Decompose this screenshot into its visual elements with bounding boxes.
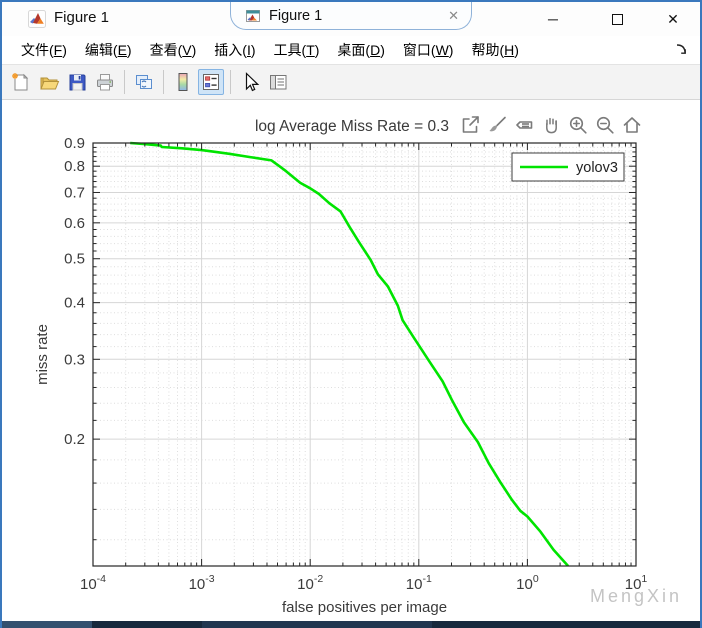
menu-desktop[interactable]: 桌面(D)	[328, 40, 393, 60]
zoom-out-icon	[596, 116, 614, 134]
link-plot-button[interactable]	[131, 69, 157, 95]
zoom-out-button[interactable]	[593, 113, 617, 137]
edit-plot-button[interactable]	[237, 69, 263, 95]
figure-window: Figure 1 Figure 1 ✕ ─ ✕ 文件(F) 编辑(E) 查看(V…	[0, 0, 702, 628]
svg-text:0.8: 0.8	[64, 158, 85, 175]
grid-major	[93, 143, 636, 566]
series-yolov3-curve[interactable]	[130, 141, 570, 566]
svg-text:0.5: 0.5	[64, 251, 85, 268]
figure-canvas: MengXin 10-4 10-3 10-2 10-1 100 101 0.2 0.3 0.4 0.…	[2, 100, 700, 621]
datatips-button[interactable]	[512, 113, 536, 137]
svg-text:10-2: 10-2	[297, 573, 323, 593]
insert-legend-button[interactable]	[198, 69, 224, 95]
menu-view[interactable]: 查看(V)	[141, 40, 206, 60]
new-figure-icon	[12, 73, 29, 91]
brush-button[interactable]	[485, 113, 509, 137]
maximize-icon	[611, 13, 623, 25]
print-figure-button[interactable]	[92, 69, 118, 95]
grid-minor	[93, 143, 636, 566]
toolbar-separator	[124, 70, 125, 94]
pointer-icon	[245, 72, 260, 92]
svg-text:0.4: 0.4	[64, 295, 85, 312]
menu-edit[interactable]: 编辑(E)	[76, 40, 141, 60]
maximize-button[interactable]	[597, 6, 637, 32]
property-inspector-button[interactable]	[265, 69, 291, 95]
print-icon	[97, 74, 113, 91]
home-icon	[623, 117, 641, 133]
toolbar-separator	[230, 70, 231, 94]
figure-tab[interactable]: Figure 1 ✕	[230, 2, 472, 30]
window-bottom-edge	[2, 621, 700, 628]
svg-text:0.7: 0.7	[64, 184, 85, 201]
property-inspector-icon	[270, 75, 287, 90]
insert-colorbar-button[interactable]	[170, 69, 196, 95]
x-axis-label: false positives per image	[282, 599, 447, 616]
figure-tab-title: Figure 1	[269, 7, 323, 24]
open-file-button[interactable]	[36, 69, 62, 95]
pan-icon	[546, 117, 557, 134]
minimize-button[interactable]: ─	[533, 6, 573, 32]
menu-bar: 文件(F) 编辑(E) 查看(V) 插入(I) 工具(T) 桌面(D) 窗口(W…	[2, 36, 700, 64]
plot-axes[interactable]: MengXin10-4 10-3 10-2 10-1 100 1010.20.30.40.…	[2, 100, 700, 621]
svg-text:10-4: 10-4	[80, 573, 106, 593]
menu-window[interactable]: 窗口(W)	[394, 40, 463, 60]
export-button[interactable]	[458, 113, 482, 137]
window-title: Figure 1	[54, 9, 110, 26]
menu-tools[interactable]: 工具(T)	[265, 40, 329, 60]
legend-label: yolov3	[576, 160, 618, 176]
svg-text:100: 100	[516, 573, 539, 593]
plot-title: log Average Miss Rate = 0.3	[255, 118, 449, 135]
matlab-icon	[28, 10, 46, 28]
link-plot-icon	[136, 75, 152, 89]
axis-ticks	[92, 142, 637, 566]
menu-help[interactable]: 帮助(H)	[462, 40, 527, 60]
export-icon	[462, 116, 479, 133]
svg-text:0.6: 0.6	[64, 215, 85, 232]
toolbar-separator	[163, 70, 164, 94]
svg-text:10-1: 10-1	[406, 573, 432, 593]
figure-tab-icon	[246, 9, 260, 22]
datatips-icon	[516, 121, 533, 129]
save-figure-button[interactable]	[64, 69, 90, 95]
save-icon	[69, 74, 86, 91]
brush-icon	[489, 116, 506, 132]
zoom-in-icon	[569, 116, 587, 134]
figure-toolbar	[2, 64, 700, 100]
close-button[interactable]: ✕	[653, 6, 693, 32]
pan-button[interactable]	[539, 113, 563, 137]
new-figure-button[interactable]	[8, 69, 34, 95]
svg-text:0.3: 0.3	[64, 351, 85, 368]
restore-view-button[interactable]	[620, 113, 644, 137]
svg-text:0.9: 0.9	[64, 135, 85, 152]
colorbar-icon	[178, 73, 188, 91]
svg-text:10-3: 10-3	[189, 573, 215, 593]
tab-close-icon[interactable]: ✕	[448, 8, 459, 24]
svg-text:0.2: 0.2	[64, 431, 85, 448]
title-bar: Figure 1 Figure 1 ✕ ─ ✕	[2, 2, 700, 36]
legend-icon	[203, 74, 219, 90]
menu-file[interactable]: 文件(F)	[12, 40, 76, 60]
open-folder-icon	[40, 77, 60, 90]
axes-box	[92, 142, 637, 567]
zoom-in-button[interactable]	[566, 113, 590, 137]
y-axis-label: miss rate	[34, 324, 51, 385]
axes-toolbar	[458, 113, 644, 137]
legend[interactable]: yolov3	[511, 152, 625, 182]
dock-arrow-icon[interactable]	[674, 42, 690, 58]
menu-insert[interactable]: 插入(I)	[205, 40, 264, 60]
